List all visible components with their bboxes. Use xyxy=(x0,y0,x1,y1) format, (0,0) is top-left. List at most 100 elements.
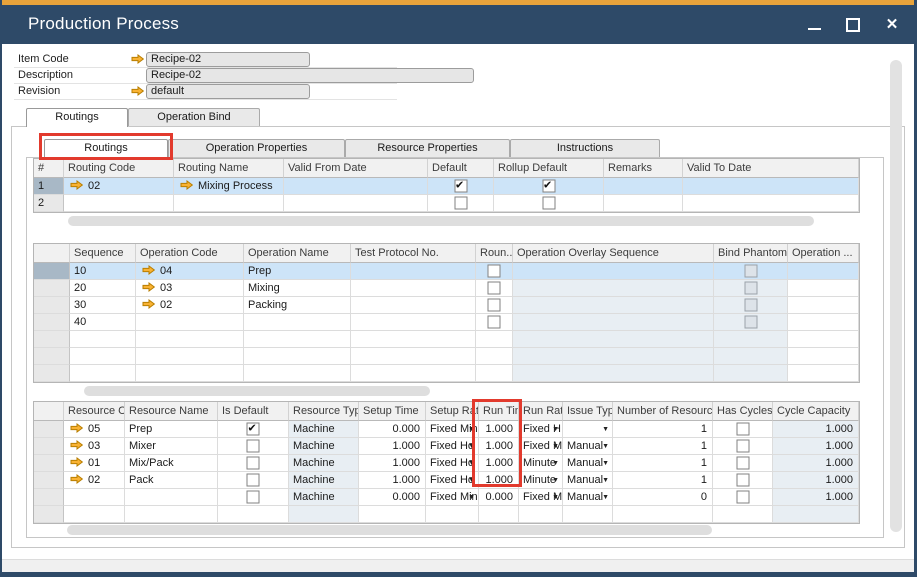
cell-number-of-resources[interactable] xyxy=(613,506,713,523)
link-arrow-icon[interactable] xyxy=(142,299,155,309)
dropdown-arrow-icon[interactable]: ▼ xyxy=(602,473,609,488)
link-arrow-icon[interactable] xyxy=(70,423,83,433)
dropdown-arrow-icon[interactable]: ▼ xyxy=(602,422,609,437)
table-row[interactable]: Machine0.000Fixed Min▼0.000Fixed M▼Manua… xyxy=(34,489,859,506)
link-arrow-icon[interactable] xyxy=(70,457,83,467)
cell-operation-name[interactable] xyxy=(244,348,351,365)
cell-run-time[interactable]: 1.000 xyxy=(479,421,519,438)
description-field[interactable]: Recipe-02 xyxy=(146,68,474,83)
cell-sequence[interactable] xyxy=(70,331,136,348)
row-selector[interactable] xyxy=(34,438,64,455)
cell-number-of-resources[interactable]: 1 xyxy=(613,438,713,455)
cell-routing-code[interactable] xyxy=(64,195,174,212)
cell-operation-name[interactable]: Packing xyxy=(244,297,351,314)
row-selector[interactable] xyxy=(34,506,64,523)
tab-instructions[interactable]: Instructions xyxy=(510,139,660,157)
cell-default[interactable] xyxy=(428,195,494,212)
dropdown-arrow-icon[interactable]: ▼ xyxy=(468,490,475,505)
cell-issue-type[interactable]: Manual▼ xyxy=(563,455,613,472)
table-row[interactable]: 2 xyxy=(34,195,859,212)
checkbox[interactable] xyxy=(454,197,467,210)
link-arrow-icon[interactable] xyxy=(70,180,83,190)
row-selector[interactable] xyxy=(34,365,70,382)
cell-resource-code[interactable]: 05 xyxy=(64,421,125,438)
table-row[interactable]: 3002Packing xyxy=(34,297,859,314)
table-row[interactable]: 05PrepMachine0.000Fixed Min▼1.000Fixed H… xyxy=(34,421,859,438)
row-selector[interactable] xyxy=(34,348,70,365)
cell-number-of-resources[interactable]: 0 xyxy=(613,489,713,506)
cell-remarks[interactable] xyxy=(604,195,683,212)
checkbox[interactable] xyxy=(488,316,501,329)
row-selector[interactable] xyxy=(34,280,70,297)
cell-issue-type[interactable]: Manual▼ xyxy=(563,472,613,489)
cell-resource-code[interactable]: 01 xyxy=(64,455,125,472)
cell-routing-name[interactable] xyxy=(174,195,284,212)
dropdown-arrow-icon[interactable]: ▼ xyxy=(552,456,559,471)
resources-horizontal-scrollbar[interactable] xyxy=(67,525,712,535)
link-arrow-icon[interactable] xyxy=(131,54,144,64)
cell-operation-name[interactable] xyxy=(244,365,351,382)
cell-resource-code[interactable] xyxy=(64,506,125,523)
cell-sequence[interactable] xyxy=(70,365,136,382)
cell-run-rate[interactable]: Fixed M▼ xyxy=(519,438,563,455)
cell-operation-code[interactable] xyxy=(136,348,244,365)
cell-operation-code[interactable]: 02 xyxy=(136,297,244,314)
dropdown-arrow-icon[interactable]: ▼ xyxy=(552,439,559,454)
cell-rollup-default[interactable] xyxy=(494,195,604,212)
cell-setup-time[interactable]: 1.000 xyxy=(359,438,426,455)
cell-operation-name[interactable] xyxy=(244,331,351,348)
cell-test-protocol-no[interactable] xyxy=(351,280,476,297)
cell-run-time[interactable]: 1.000 xyxy=(479,438,519,455)
cell-resource-name[interactable]: Pack xyxy=(125,472,218,489)
checkbox[interactable] xyxy=(736,423,749,436)
cell-number-of-resources[interactable]: 1 xyxy=(613,472,713,489)
tab-operation-properties[interactable]: Operation Properties xyxy=(168,139,345,157)
cell-operation-code[interactable]: 03 xyxy=(136,280,244,297)
row-selector[interactable] xyxy=(34,297,70,314)
row-selector[interactable] xyxy=(34,314,70,331)
row-selector[interactable]: 1 xyxy=(34,178,64,195)
link-arrow-icon[interactable] xyxy=(131,86,144,96)
cell-routing-name[interactable]: Mixing Process xyxy=(174,178,284,195)
item-code-field[interactable]: Recipe-02 xyxy=(146,52,310,67)
cell-test-protocol-no[interactable] xyxy=(351,365,476,382)
cell-sequence[interactable]: 40 xyxy=(70,314,136,331)
cell-issue-type[interactable]: ▼ xyxy=(563,421,613,438)
cell-resource-code[interactable]: 03 xyxy=(64,438,125,455)
cell-has-cycles[interactable] xyxy=(713,438,773,455)
dropdown-arrow-icon[interactable]: ▼ xyxy=(468,456,475,471)
dropdown-arrow-icon[interactable]: ▼ xyxy=(602,439,609,454)
cell-setup-time[interactable]: 1.000 xyxy=(359,455,426,472)
checkbox[interactable] xyxy=(736,491,749,504)
cell-test-protocol-no[interactable] xyxy=(351,331,476,348)
cell-setup-rate[interactable]: Fixed Ho▼ xyxy=(426,438,479,455)
cell-operation-name[interactable] xyxy=(244,314,351,331)
maximize-button[interactable] xyxy=(844,14,862,36)
cell-operation-code[interactable] xyxy=(136,365,244,382)
cell-run-rate[interactable]: Fixed M▼ xyxy=(519,489,563,506)
dropdown-arrow-icon[interactable]: ▼ xyxy=(552,490,559,505)
cell-run-time[interactable]: 1.000 xyxy=(479,472,519,489)
cell-setup-rate[interactable]: Fixed Ho▼ xyxy=(426,455,479,472)
cell-sequence[interactable]: 20 xyxy=(70,280,136,297)
cell-run-time[interactable]: 0.000 xyxy=(479,489,519,506)
cell-has-cycles[interactable] xyxy=(713,421,773,438)
cell-run-time[interactable] xyxy=(479,506,519,523)
revision-field[interactable]: default xyxy=(146,84,310,99)
cell-resource-name[interactable] xyxy=(125,506,218,523)
cell-setup-time[interactable] xyxy=(359,506,426,523)
cell-run-rate[interactable]: Fixed H▼ xyxy=(519,421,563,438)
table-row[interactable]: 102Mixing Process xyxy=(34,178,859,195)
row-selector[interactable] xyxy=(34,331,70,348)
cell-test-protocol-no[interactable] xyxy=(351,297,476,314)
cell-number-of-resources[interactable]: 1 xyxy=(613,421,713,438)
cell-valid-to-date[interactable] xyxy=(683,195,859,212)
row-selector[interactable] xyxy=(34,489,64,506)
cell-operation-code[interactable]: 04 xyxy=(136,263,244,280)
checkbox[interactable] xyxy=(247,491,260,504)
cell-operation-extra[interactable] xyxy=(788,263,859,280)
table-row[interactable] xyxy=(34,365,859,382)
operations-horizontal-scrollbar[interactable] xyxy=(84,386,430,396)
row-selector[interactable]: 2 xyxy=(34,195,64,212)
minimize-button[interactable] xyxy=(805,14,823,36)
